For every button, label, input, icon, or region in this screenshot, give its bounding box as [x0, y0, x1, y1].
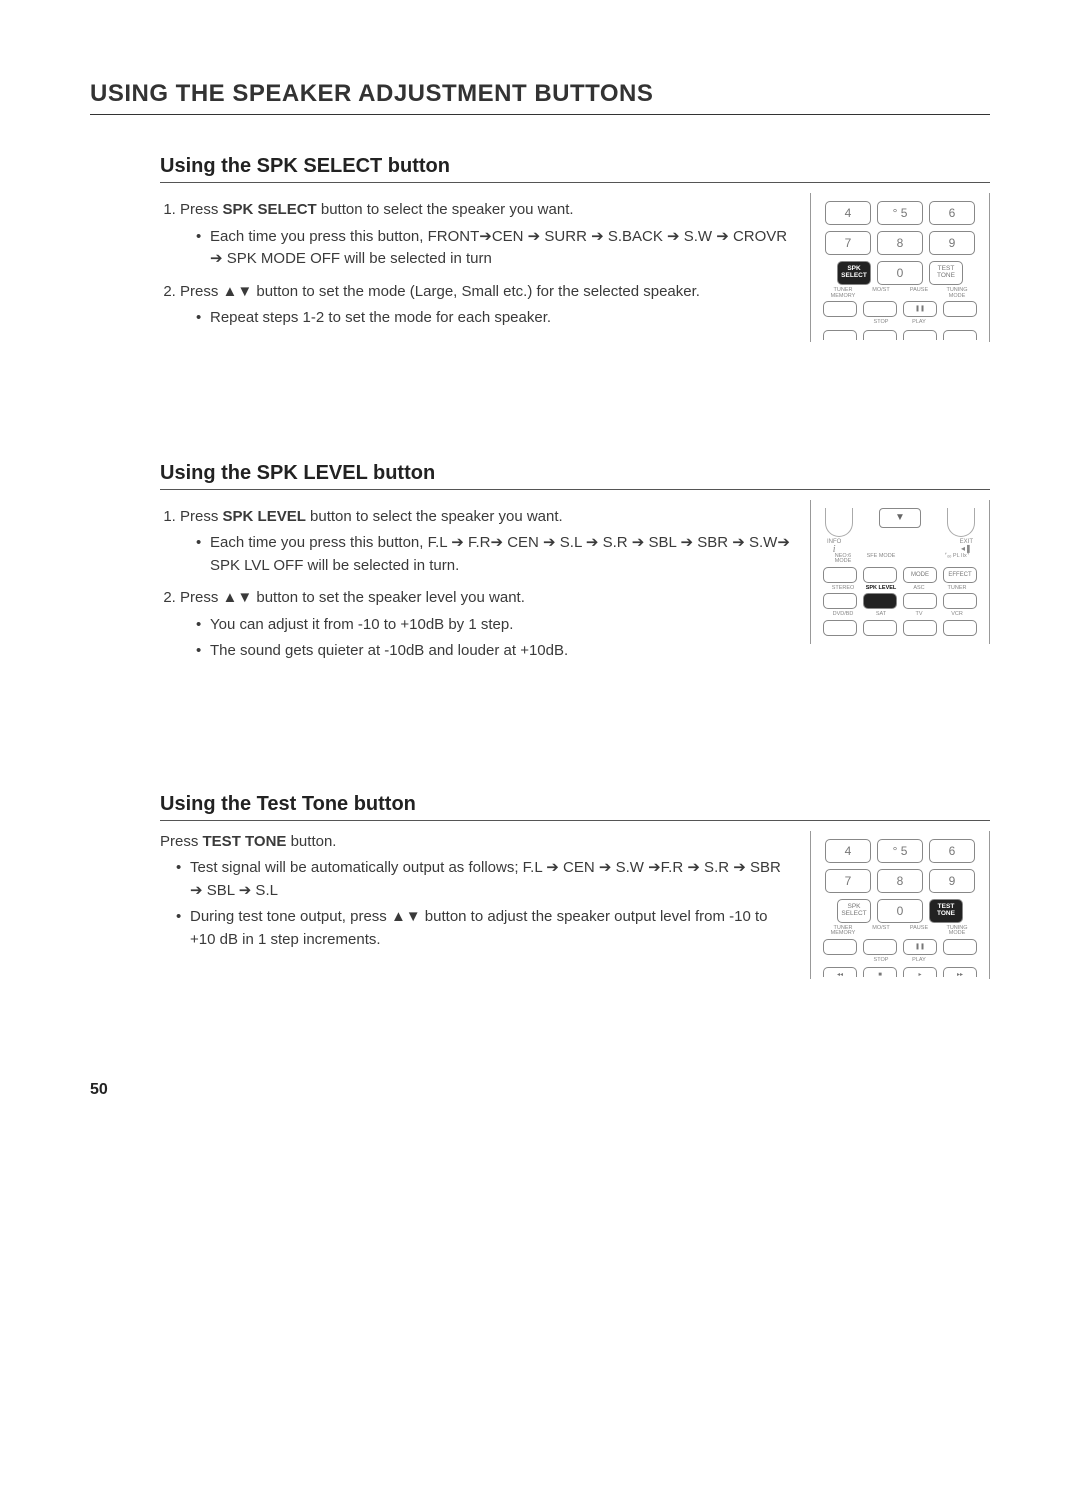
spk-select-step1: Press SPK SELECT button to select the sp…	[180, 199, 790, 271]
remote-key-8b: 8	[877, 869, 923, 893]
remote-tuning-mode	[943, 301, 977, 317]
spk-select-step2-bullet: Repeat steps 1-2 to set the mode for eac…	[196, 307, 790, 330]
remote-sfe	[863, 567, 897, 583]
spk-level-text: Press SPK LEVEL button to select the spe…	[160, 500, 790, 673]
spk-level-step2-bullet2: The sound gets quieter at -10dB and loud…	[196, 640, 790, 663]
remote-spk-level-button	[863, 593, 897, 609]
spk-level-step1: Press SPK LEVEL button to select the spe…	[180, 506, 790, 578]
remote-row3-labels: DVD/BDSATTVVCR	[817, 612, 983, 618]
remote-partial-2	[863, 330, 897, 340]
remote-spk-level: ▼ INFOi EXIT◂❚ NEO:6 MODESFE MODE⌜ₒₒ PL …	[810, 500, 990, 644]
remote-labels-row2: STOPPLAY	[817, 320, 983, 326]
remote-key-5: ° 5	[877, 201, 923, 225]
remote-sat	[863, 620, 897, 636]
remote-tv	[903, 620, 937, 636]
remote-tuner	[943, 593, 977, 609]
remote-tuner-memory-b	[823, 939, 857, 955]
remote-key-7b: 7	[825, 869, 871, 893]
test-tone-bullet2: During test tone output, press ▲▼ button…	[176, 906, 790, 951]
remote-effect: EFFECT	[943, 567, 977, 583]
spk-level-step1-bullet: Each time you press this button, F.L ➔ F…	[196, 532, 790, 577]
remote-labels-row2-b: STOPPLAY	[817, 958, 983, 964]
remote-neo6	[823, 567, 857, 583]
page-number: 50	[90, 1081, 108, 1099]
spk-select-title: Using the SPK SELECT button	[160, 155, 990, 183]
remote-dvd	[823, 620, 857, 636]
remote-partial-1	[823, 330, 857, 340]
remote-labels-row: TUNER MEMORYMO/STPAUSETUNING MODE	[817, 288, 983, 299]
remote-spk-select-button: SPK SELECT	[837, 261, 871, 285]
mute-icon: ◂❚	[961, 545, 972, 553]
remote-partial-3	[903, 330, 937, 340]
remote-key-9b: 9	[929, 869, 975, 893]
remote-key-5b: ° 5	[877, 839, 923, 863]
remote-spk-select: 4 ° 5 6 7 8 9 SPK SELECT 0 TEST TONE TUN…	[810, 193, 990, 342]
remote-key-8: 8	[877, 231, 923, 255]
remote-pause: ❚❚	[903, 301, 937, 317]
remote-vcr	[943, 620, 977, 636]
remote-key-0b: 0	[877, 899, 923, 923]
remote-key-0: 0	[877, 261, 923, 285]
test-tone-title: Using the Test Tone button	[160, 793, 990, 821]
remote-key-4b: 4	[825, 839, 871, 863]
test-tone-section: Using the Test Tone button Press TEST TO…	[160, 793, 990, 980]
remote-tuner-memory	[823, 301, 857, 317]
remote-mo-st-b	[863, 939, 897, 955]
spk-select-text: Press SPK SELECT button to select the sp…	[160, 193, 790, 340]
remote-test-tone-button-b: TEST TONE	[929, 899, 963, 923]
spk-level-section: Using the SPK LEVEL button Press SPK LEV…	[160, 462, 990, 673]
remote-right-arc	[947, 508, 975, 537]
remote-stereo	[823, 593, 857, 609]
section-title: USING THE SPEAKER ADJUSTMENT BUTTONS	[90, 80, 990, 115]
remote-tuning-mode-b	[943, 939, 977, 955]
test-tone-bullet1: Test signal will be automatically output…	[176, 857, 790, 902]
page: USING THE SPEAKER ADJUSTMENT BUTTONS Usi…	[0, 0, 1080, 1139]
remote-mo-st	[863, 301, 897, 317]
remote-key-6: 6	[929, 201, 975, 225]
remote-left-arc	[825, 508, 853, 537]
remote-labels-row-b: TUNER MEMORYMO/STPAUSETUNING MODE	[817, 926, 983, 937]
spk-select-step1-bullet: Each time you press this button, FRONT➔C…	[196, 226, 790, 271]
spk-select-section: Using the SPK SELECT button Press SPK SE…	[160, 155, 990, 342]
remote-partial-4	[943, 330, 977, 340]
spk-select-step2: Press ▲▼ button to set the mode (Large, …	[180, 281, 790, 330]
remote-row1-labels: NEO:6 MODESFE MODE⌜ₒₒ PL IIx⌝	[817, 554, 983, 565]
remote-key-6b: 6	[929, 839, 975, 863]
remote-partial-2b: ■	[863, 967, 897, 977]
remote-spk-select-button-b: SPK SELECT	[837, 899, 871, 923]
remote-pause-b: ❚❚	[903, 939, 937, 955]
remote-partial-3b: ▸	[903, 967, 937, 977]
remote-key-4: 4	[825, 201, 871, 225]
remote-down-button: ▼	[879, 508, 921, 528]
spk-level-step2-bullet1: You can adjust it from -10 to +10dB by 1…	[196, 614, 790, 637]
remote-test-tone: 4 ° 5 6 7 8 9 SPK SELECT 0 TEST TONE TUN…	[810, 831, 990, 980]
remote-key-7: 7	[825, 231, 871, 255]
remote-partial-1b: ◂◂	[823, 967, 857, 977]
remote-key-9: 9	[929, 231, 975, 255]
remote-partial-4b: ▸▸	[943, 967, 977, 977]
remote-test-tone-button: TEST TONE	[929, 261, 963, 285]
spk-level-title: Using the SPK LEVEL button	[160, 462, 990, 490]
spk-level-step2: Press ▲▼ button to set the speaker level…	[180, 587, 790, 663]
remote-asc	[903, 593, 937, 609]
test-tone-text: Press TEST TONE button. Test signal will…	[160, 831, 790, 956]
remote-row2-labels: STEREOSPK LEVELASCTUNER	[817, 586, 983, 592]
remote-mode: MODE	[903, 567, 937, 583]
